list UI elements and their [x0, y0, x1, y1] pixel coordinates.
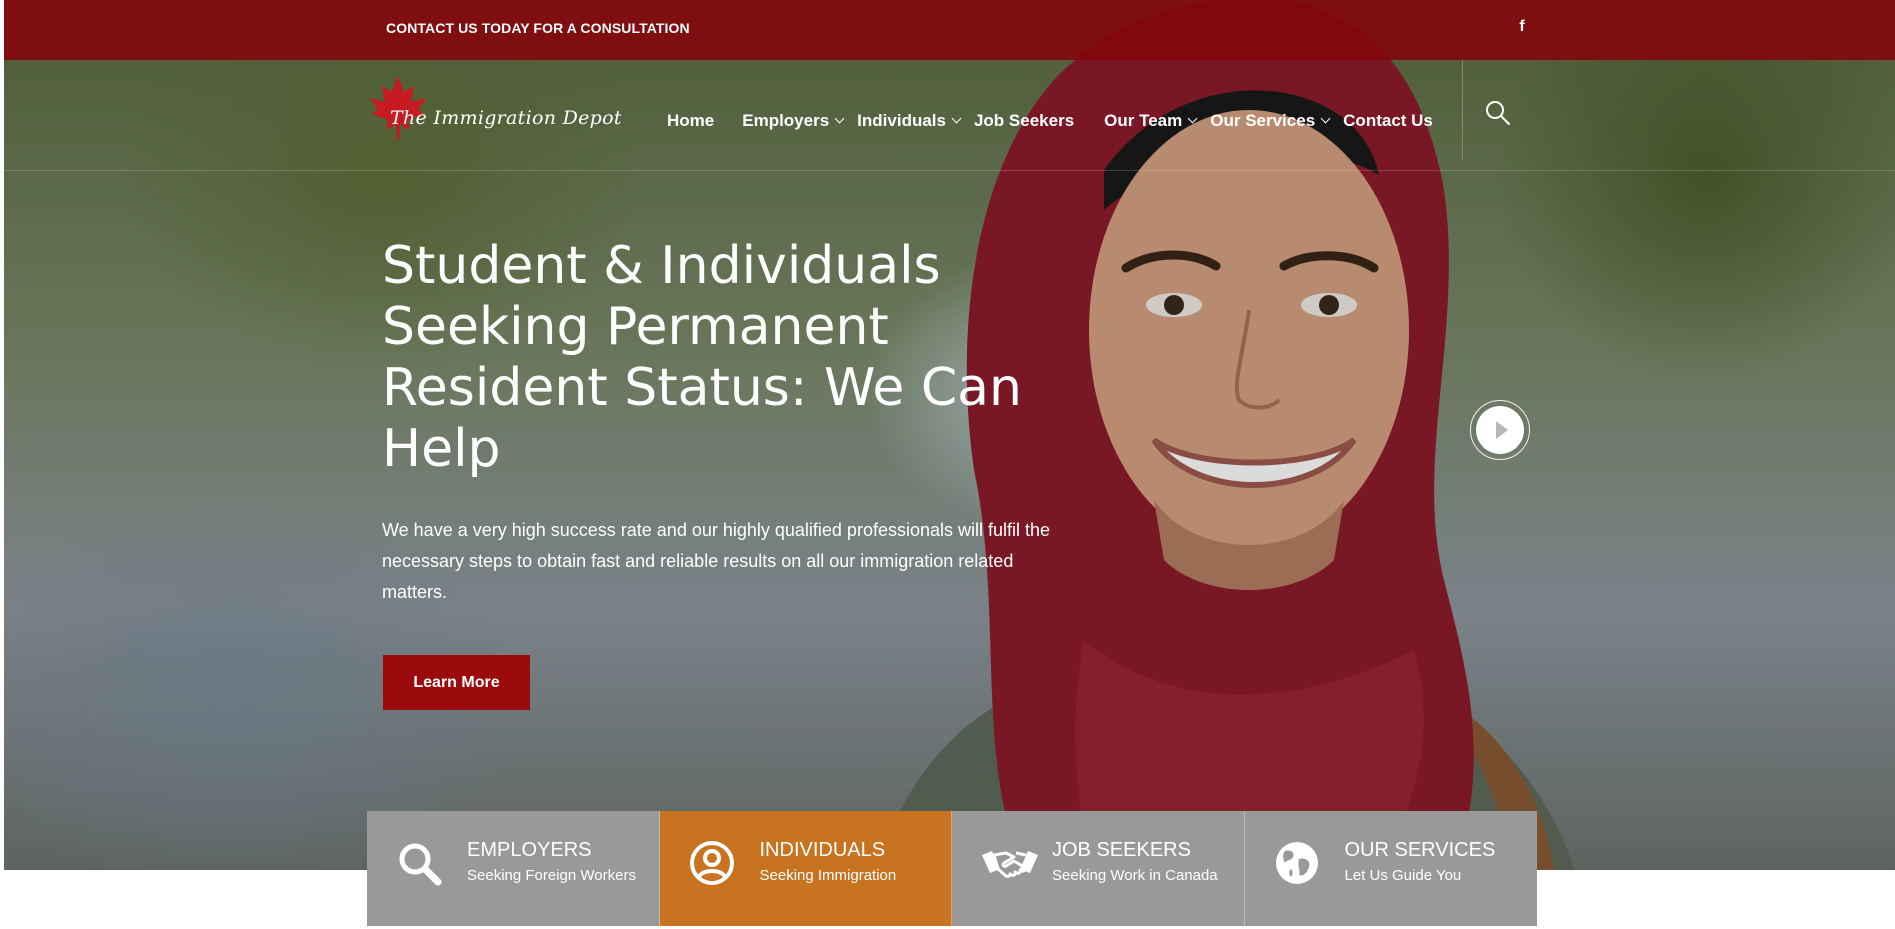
feature-box-employers[interactable]: EMPLOYERS Seeking Foreign Workers [367, 811, 660, 926]
hero-headline: Student & Individuals Seeking Permanent … [382, 236, 1022, 479]
nav-item-job-seekers[interactable]: Job Seekers [974, 111, 1074, 131]
handshake-icon [982, 851, 1038, 878]
feature-subtitle: Seeking Work in Canada [1052, 867, 1218, 884]
chevron-down-icon [834, 113, 845, 123]
feature-box-our-services[interactable]: OUR SERVICES Let Us Guide You [1244, 811, 1537, 926]
nav-item-home[interactable]: Home [667, 111, 714, 131]
learn-more-button[interactable]: Learn More [383, 655, 530, 710]
nav-item-employers[interactable]: Employers [742, 111, 845, 131]
feature-title: JOB SEEKERS [1052, 839, 1191, 861]
feature-boxes: EMPLOYERS Seeking Foreign Workers INDIVI… [367, 811, 1537, 926]
nav-item-contact-us[interactable]: Contact Us [1343, 111, 1433, 131]
consultation-cta-text: CONTACT US TODAY FOR A CONSULTATION [386, 20, 690, 36]
slider-next-button[interactable] [1470, 400, 1530, 460]
nav-item-label: Home [667, 111, 715, 130]
nav-divider [1462, 60, 1463, 160]
feature-title: EMPLOYERS [467, 839, 592, 861]
logo-text: The Immigration Depot [390, 107, 622, 129]
search-icon [399, 843, 442, 886]
nav-item-our-services[interactable]: Our Services [1210, 111, 1331, 131]
nav-item-our-team[interactable]: Our Team [1104, 111, 1198, 131]
user-circle-icon [689, 841, 734, 885]
nav-item-label: Contact Us [1343, 111, 1433, 130]
nav-menu: Home Employers Individuals Job Seekers O… [667, 111, 1433, 131]
feature-box-job-seekers[interactable]: JOB SEEKERS Seeking Work in Canada [952, 811, 1245, 926]
chevron-down-icon [1187, 113, 1198, 123]
feature-title: INDIVIDUALS [759, 839, 886, 861]
facebook-icon[interactable]: f [1515, 18, 1529, 40]
play-arrow-icon [1476, 406, 1524, 454]
globe-icon [1275, 842, 1318, 884]
search-icon[interactable] [1485, 100, 1511, 126]
hero-lead-text: We have a very high success rate and our… [382, 520, 1051, 602]
nav-item-label: Individuals [857, 111, 946, 130]
feature-subtitle: Seeking Immigration [759, 867, 897, 884]
feature-subtitle: Let Us Guide You [1344, 867, 1462, 884]
nav-item-label: Our Services [1210, 111, 1316, 130]
nav-item-label: Employers [742, 111, 830, 130]
site-logo[interactable]: The Immigration Depot [368, 74, 622, 144]
main-navigation: The Immigration Depot Home Employers Ind… [4, 60, 1895, 171]
top-bar: CONTACT US TODAY FOR A CONSULTATION f [4, 0, 1895, 60]
feature-box-individuals[interactable]: INDIVIDUALS Seeking Immigration [659, 811, 952, 926]
nav-item-label: Job Seekers [973, 111, 1075, 130]
nav-item-individuals[interactable]: Individuals [857, 111, 962, 131]
chevron-down-icon [951, 113, 962, 123]
feature-subtitle: Seeking Foreign Workers [467, 867, 636, 884]
chevron-down-icon [1320, 113, 1331, 123]
feature-title: OUR SERVICES [1344, 839, 1496, 861]
nav-item-label: Our Team [1104, 111, 1183, 130]
